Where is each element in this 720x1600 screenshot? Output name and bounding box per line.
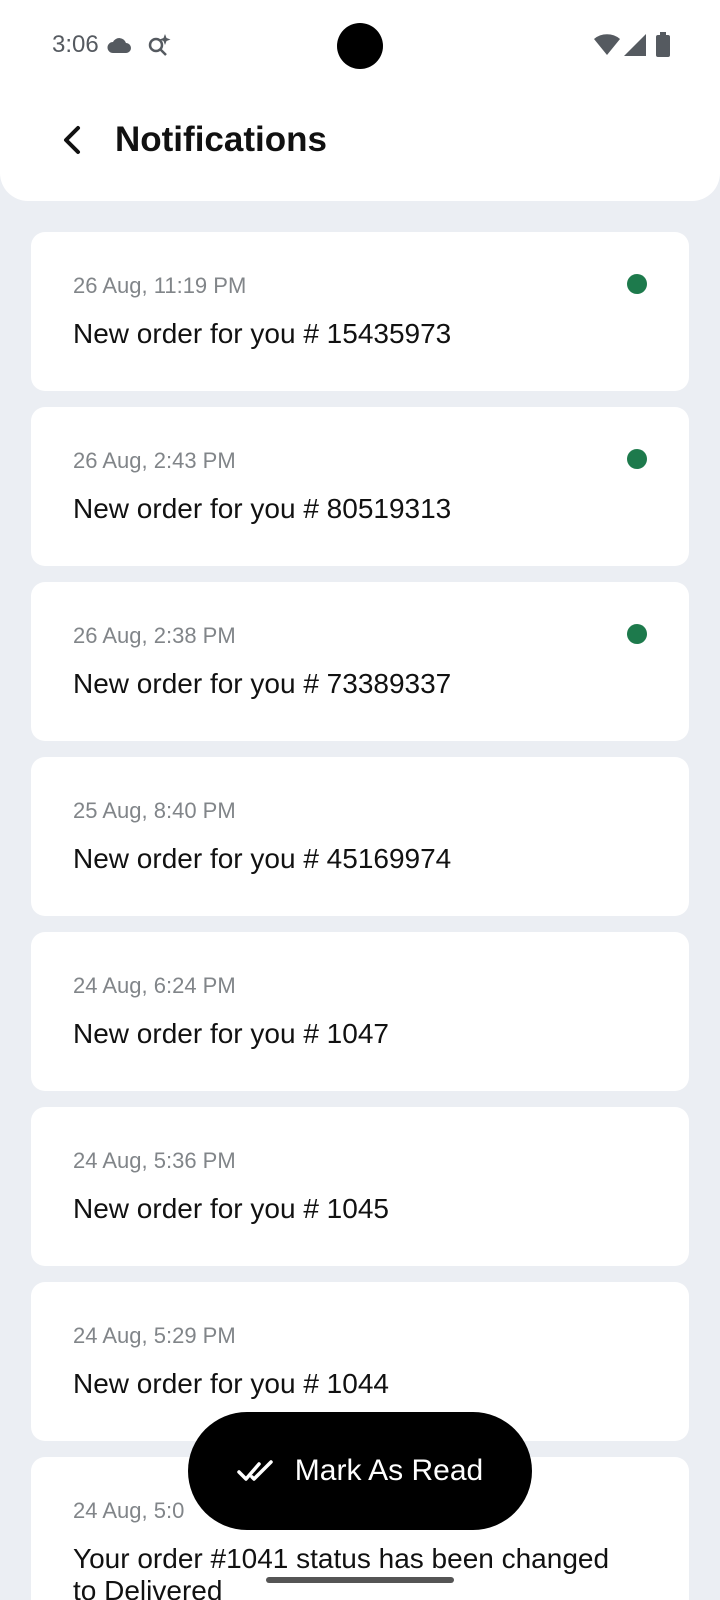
front-camera xyxy=(337,23,383,69)
app-header: 3:06 Notifications xyxy=(0,0,720,201)
notification-card[interactable]: 25 Aug, 8:40 PM New order for you # 4516… xyxy=(31,757,689,916)
chevron-left-icon xyxy=(64,126,80,154)
notification-card[interactable]: 24 Aug, 5:36 PM New order for you # 1045 xyxy=(31,1107,689,1266)
notification-list[interactable]: 26 Aug, 11:19 PM New order for you # 154… xyxy=(31,232,689,1600)
status-time: 3:06 xyxy=(52,31,99,58)
notification-message: New order for you # 45169974 xyxy=(73,843,452,874)
notification-message: New order for you # 1045 xyxy=(73,1193,389,1224)
notification-message: New order for you # 1044 xyxy=(73,1368,389,1399)
notification-date: 24 Aug, 6:24 PM xyxy=(73,973,236,998)
battery-icon xyxy=(656,32,670,57)
assistant-sparkle-icon xyxy=(148,34,171,56)
unread-indicator xyxy=(627,449,647,469)
page-title: Notifications xyxy=(115,120,327,159)
unread-indicator xyxy=(627,624,647,644)
notification-date: 26 Aug, 11:19 PM xyxy=(73,273,247,298)
notification-date: 26 Aug, 2:43 PM xyxy=(73,448,236,473)
notification-message: New order for you # 1047 xyxy=(73,1018,389,1049)
mark-as-read-button[interactable]: Mark As Read xyxy=(188,1412,532,1530)
back-button[interactable] xyxy=(48,116,96,164)
notification-card[interactable]: 26 Aug, 2:43 PM New order for you # 8051… xyxy=(31,407,689,566)
status-bar: 3:06 xyxy=(0,0,720,90)
notification-card[interactable]: 26 Aug, 11:19 PM New order for you # 154… xyxy=(31,232,689,391)
unread-indicator xyxy=(627,274,647,294)
notification-card[interactable]: 26 Aug, 2:38 PM New order for you # 7338… xyxy=(31,582,689,741)
notification-date: 24 Aug, 5:29 PM xyxy=(73,1323,236,1348)
notification-date: 26 Aug, 2:38 PM xyxy=(73,623,236,648)
notification-message: New order for you # 15435973 xyxy=(73,318,452,349)
notification-card[interactable]: 24 Aug, 6:24 PM New order for you # 1047 xyxy=(31,932,689,1091)
wifi-icon xyxy=(594,34,620,55)
notification-message: New order for you # 80519313 xyxy=(73,493,452,524)
mark-as-read-label: Mark As Read xyxy=(294,1454,484,1487)
notification-date: 25 Aug, 8:40 PM xyxy=(73,798,236,823)
notification-date: 24 Aug, 5:0 xyxy=(73,1498,185,1523)
notifications-screen: 3:06 Notifications 26 Aug, 11:19 PM New … xyxy=(0,0,720,1600)
double-check-icon xyxy=(237,1460,273,1481)
notification-message: Your order #1041 status has been changed… xyxy=(73,1543,610,1600)
notification-date: 24 Aug, 5:36 PM xyxy=(73,1148,236,1173)
home-indicator[interactable] xyxy=(266,1577,454,1583)
cloud-icon xyxy=(107,38,131,53)
signal-icon xyxy=(624,34,646,56)
notification-message: New order for you # 73389337 xyxy=(73,668,452,699)
